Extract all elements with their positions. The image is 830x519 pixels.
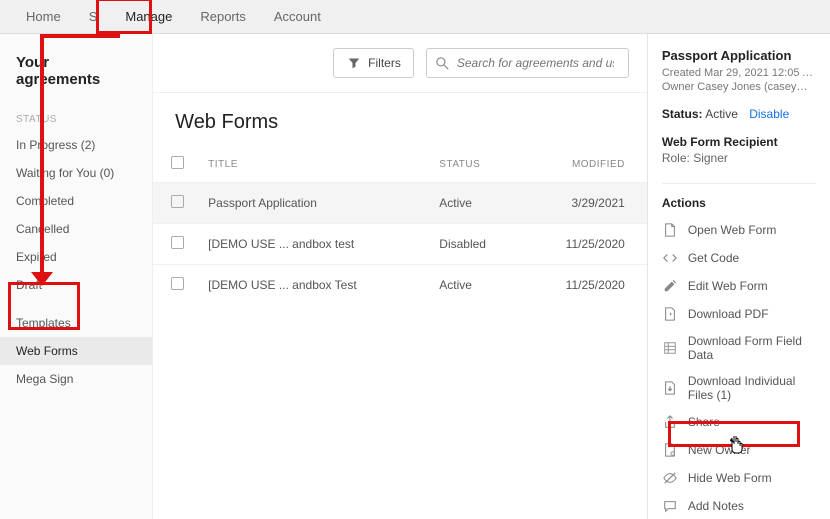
col-header-status: STATUS [427, 146, 522, 183]
code-icon [662, 250, 678, 266]
page-title: Your agreements [0, 50, 152, 108]
sidebar-status-cancelled[interactable]: Cancelled [0, 215, 152, 243]
action-label: Edit Web Form [688, 279, 768, 293]
action-label: New Owner [688, 443, 751, 457]
action-label: Get Code [688, 251, 739, 265]
action-label: Open Web Form [688, 223, 776, 237]
row-status: Active [427, 265, 522, 306]
action-open-web-form[interactable]: Open Web Form [662, 216, 816, 244]
action-label: Download Individual Files (1) [688, 374, 816, 402]
center-pane: Filters Web Forms TITLE STATUS MODIFIED [153, 34, 647, 519]
status-label: Status: [662, 107, 703, 121]
sidebar-webforms[interactable]: Web Forms [0, 337, 152, 365]
status-value: Active [705, 107, 738, 121]
row-modified: 11/25/2020 [522, 265, 647, 306]
share-icon [662, 414, 678, 430]
recipient-role: Role: Signer [662, 151, 816, 165]
filters-button[interactable]: Filters [333, 48, 414, 78]
notes-icon [662, 498, 678, 514]
row-checkbox[interactable] [171, 236, 184, 249]
nav-manage[interactable]: Manage [111, 1, 186, 32]
action-add-notes[interactable]: Add Notes [662, 492, 816, 519]
search-input[interactable] [451, 56, 620, 70]
row-title: Passport Application [196, 183, 427, 224]
main-container: Your agreements STATUS In Progress (2) W… [0, 34, 830, 519]
nav-home[interactable]: Home [12, 1, 75, 32]
webforms-table: TITLE STATUS MODIFIED Passport Applicati… [153, 146, 647, 305]
search-icon [435, 55, 451, 71]
row-status: Disabled [427, 224, 522, 265]
col-header-title: TITLE [196, 146, 427, 183]
new-owner-icon [662, 442, 678, 458]
row-title: [DEMO USE ... andbox Test [196, 265, 427, 306]
recipient-block: Web Form Recipient Role: Signer [662, 135, 816, 165]
action-download-form-field-data[interactable]: Download Form Field Data [662, 328, 816, 368]
actions-header: Actions [662, 183, 816, 210]
detail-title: Passport Application [662, 48, 816, 63]
left-sidebar: Your agreements STATUS In Progress (2) W… [0, 34, 153, 519]
nav-account[interactable]: Account [260, 1, 335, 32]
table-row[interactable]: Passport Application Active 3/29/2021 [153, 183, 647, 224]
row-title: [DEMO USE ... andbox test [196, 224, 427, 265]
action-label: Share [688, 415, 720, 429]
action-get-code[interactable]: Get Code [662, 244, 816, 272]
detail-status-row: Status: Active Disable [662, 107, 816, 121]
filter-icon [346, 55, 362, 71]
sidebar-templates[interactable]: Templates [0, 309, 152, 337]
action-download-individual-files[interactable]: Download Individual Files (1) [662, 368, 816, 408]
action-label: Download Form Field Data [688, 334, 816, 362]
toolbar: Filters [153, 34, 647, 93]
col-header-modified: MODIFIED [522, 146, 647, 183]
search-box[interactable] [426, 48, 629, 78]
row-checkbox[interactable] [171, 277, 184, 290]
status-section-label: STATUS [0, 108, 152, 131]
recipient-label: Web Form Recipient [662, 135, 816, 149]
sidebar-megasign[interactable]: Mega Sign [0, 365, 152, 393]
page-icon [662, 222, 678, 238]
row-modified: 11/25/2020 [522, 224, 647, 265]
hide-icon [662, 470, 678, 486]
detail-pane: Passport Application Created Mar 29, 202… [647, 34, 830, 519]
row-status: Active [427, 183, 522, 224]
table-row[interactable]: [DEMO USE ... andbox test Disabled 11/25… [153, 224, 647, 265]
row-checkbox[interactable] [171, 195, 184, 208]
sidebar-status-waiting[interactable]: Waiting for You (0) [0, 159, 152, 187]
action-label: Download PDF [688, 307, 769, 321]
action-edit-web-form[interactable]: Edit Web Form [662, 272, 816, 300]
disable-link[interactable]: Disable [749, 107, 789, 121]
action-download-pdf[interactable]: Download PDF [662, 300, 816, 328]
sidebar-status-inprogress[interactable]: In Progress (2) [0, 131, 152, 159]
action-label: Hide Web Form [688, 471, 772, 485]
pencil-icon [662, 278, 678, 294]
action-new-owner[interactable]: New Owner [662, 436, 816, 464]
filters-label: Filters [368, 56, 401, 70]
download-pdf-icon [662, 306, 678, 322]
detail-created: Created Mar 29, 2021 12:05 AM [662, 67, 816, 79]
sidebar-status-draft[interactable]: Draft [0, 271, 152, 299]
nav-reports[interactable]: Reports [186, 1, 260, 32]
select-all-checkbox[interactable] [171, 156, 184, 169]
sidebar-status-expired[interactable]: Expired [0, 243, 152, 271]
download-data-icon [662, 340, 678, 356]
row-modified: 3/29/2021 [522, 183, 647, 224]
action-label: Add Notes [688, 499, 744, 513]
sidebar-status-completed[interactable]: Completed [0, 187, 152, 215]
download-files-icon [662, 380, 678, 396]
action-share[interactable]: Share [662, 408, 816, 436]
detail-owner: Owner Casey Jones (casey@caseyjones.d..) [662, 81, 816, 93]
content-heading: Web Forms [153, 93, 647, 146]
top-nav: Home S Manage Reports Account [0, 0, 830, 34]
table-row[interactable]: [DEMO USE ... andbox Test Active 11/25/2… [153, 265, 647, 306]
nav-send[interactable]: S [75, 1, 112, 32]
action-hide-web-form[interactable]: Hide Web Form [662, 464, 816, 492]
